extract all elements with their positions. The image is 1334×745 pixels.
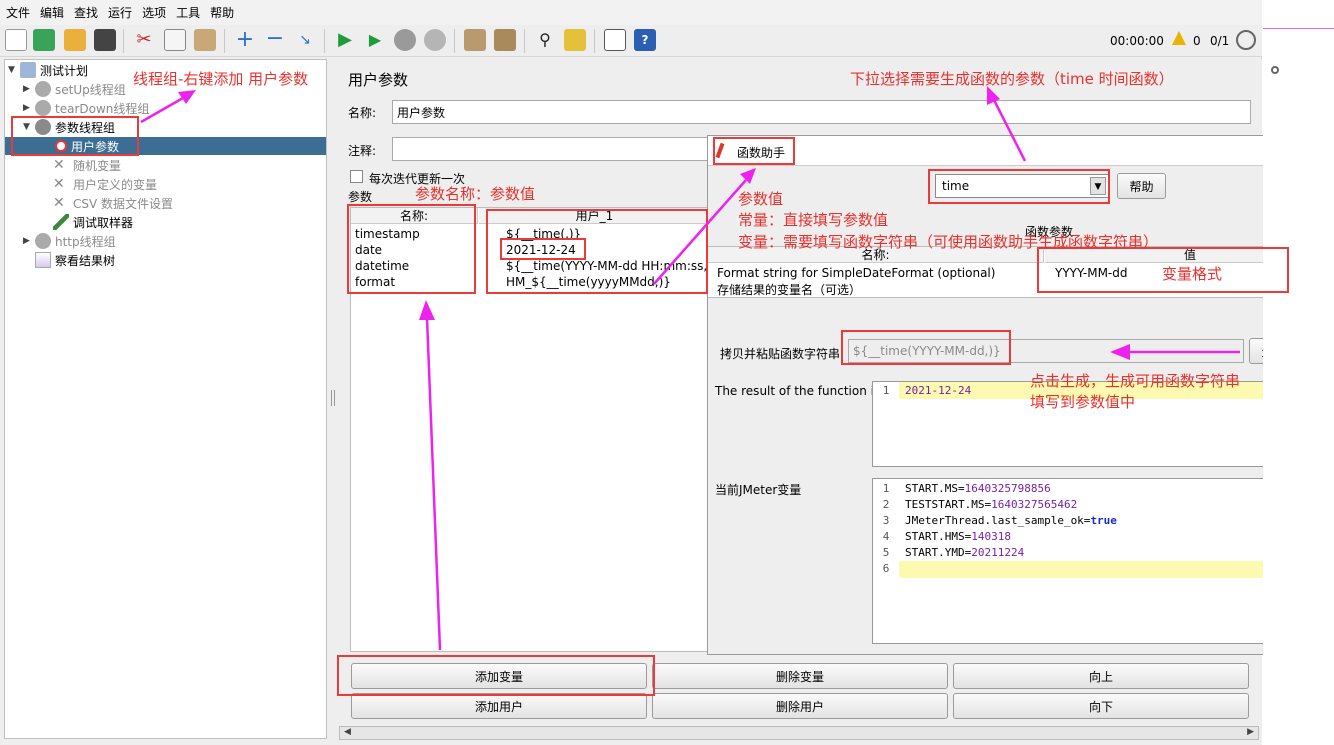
arrow-dropdown xyxy=(992,99,1027,162)
arrow-tree xyxy=(140,96,184,124)
arrow-values xyxy=(653,179,747,285)
arrow-add-var xyxy=(425,317,442,651)
annotation-arrows xyxy=(140,86,1240,651)
